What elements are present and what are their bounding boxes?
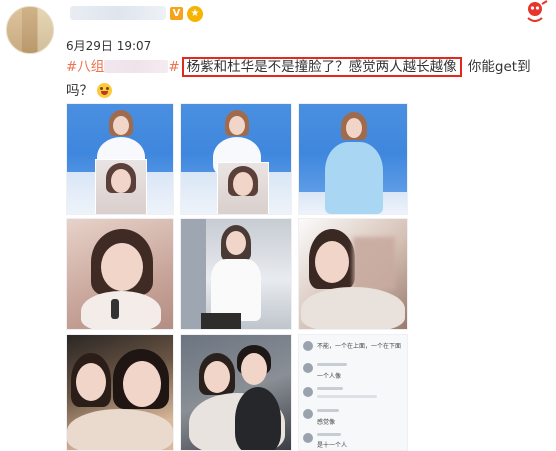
chat-line: 不能，一个在上面，一个在下面 [317, 343, 402, 350]
post-timestamp[interactable]: 6月29日 19:07 [66, 37, 151, 54]
photo-3[interactable] [298, 103, 408, 215]
photo-6[interactable] [298, 218, 408, 330]
photo-1[interactable] [66, 103, 174, 215]
chat-line: 一个人像 [317, 373, 342, 380]
avatar[interactable] [6, 6, 54, 54]
photo-4[interactable] [66, 218, 174, 330]
photo-5[interactable] [180, 218, 292, 330]
vip-icon: ★ [187, 6, 203, 22]
weibo-mascot-icon [527, 0, 548, 22]
verified-badge-icon: V [170, 7, 183, 20]
tag-blurred [104, 60, 169, 73]
username-blurred[interactable] [70, 6, 166, 20]
laughing-emoji-icon [97, 83, 113, 98]
highlighted-text: 杨紫和杜华是不是撞脸了？感觉两人越长越像 [181, 57, 462, 77]
chat-line: 是十一个人 [317, 442, 348, 449]
photo-2[interactable] [180, 103, 292, 215]
post-text: #八组 # 杨紫和杜华是不是撞脸了？感觉两人越长越像 你能get到吗？ [66, 55, 550, 103]
photo-9-comments-screenshot[interactable]: 不能，一个在上面，一个在下面 一个人像 感觉像 是十一个人 [298, 334, 408, 451]
photo-8[interactable] [180, 334, 292, 451]
photo-7[interactable] [66, 334, 174, 451]
topic-tag[interactable]: #八组 # [66, 59, 180, 75]
chat-line: 感觉像 [317, 419, 336, 426]
